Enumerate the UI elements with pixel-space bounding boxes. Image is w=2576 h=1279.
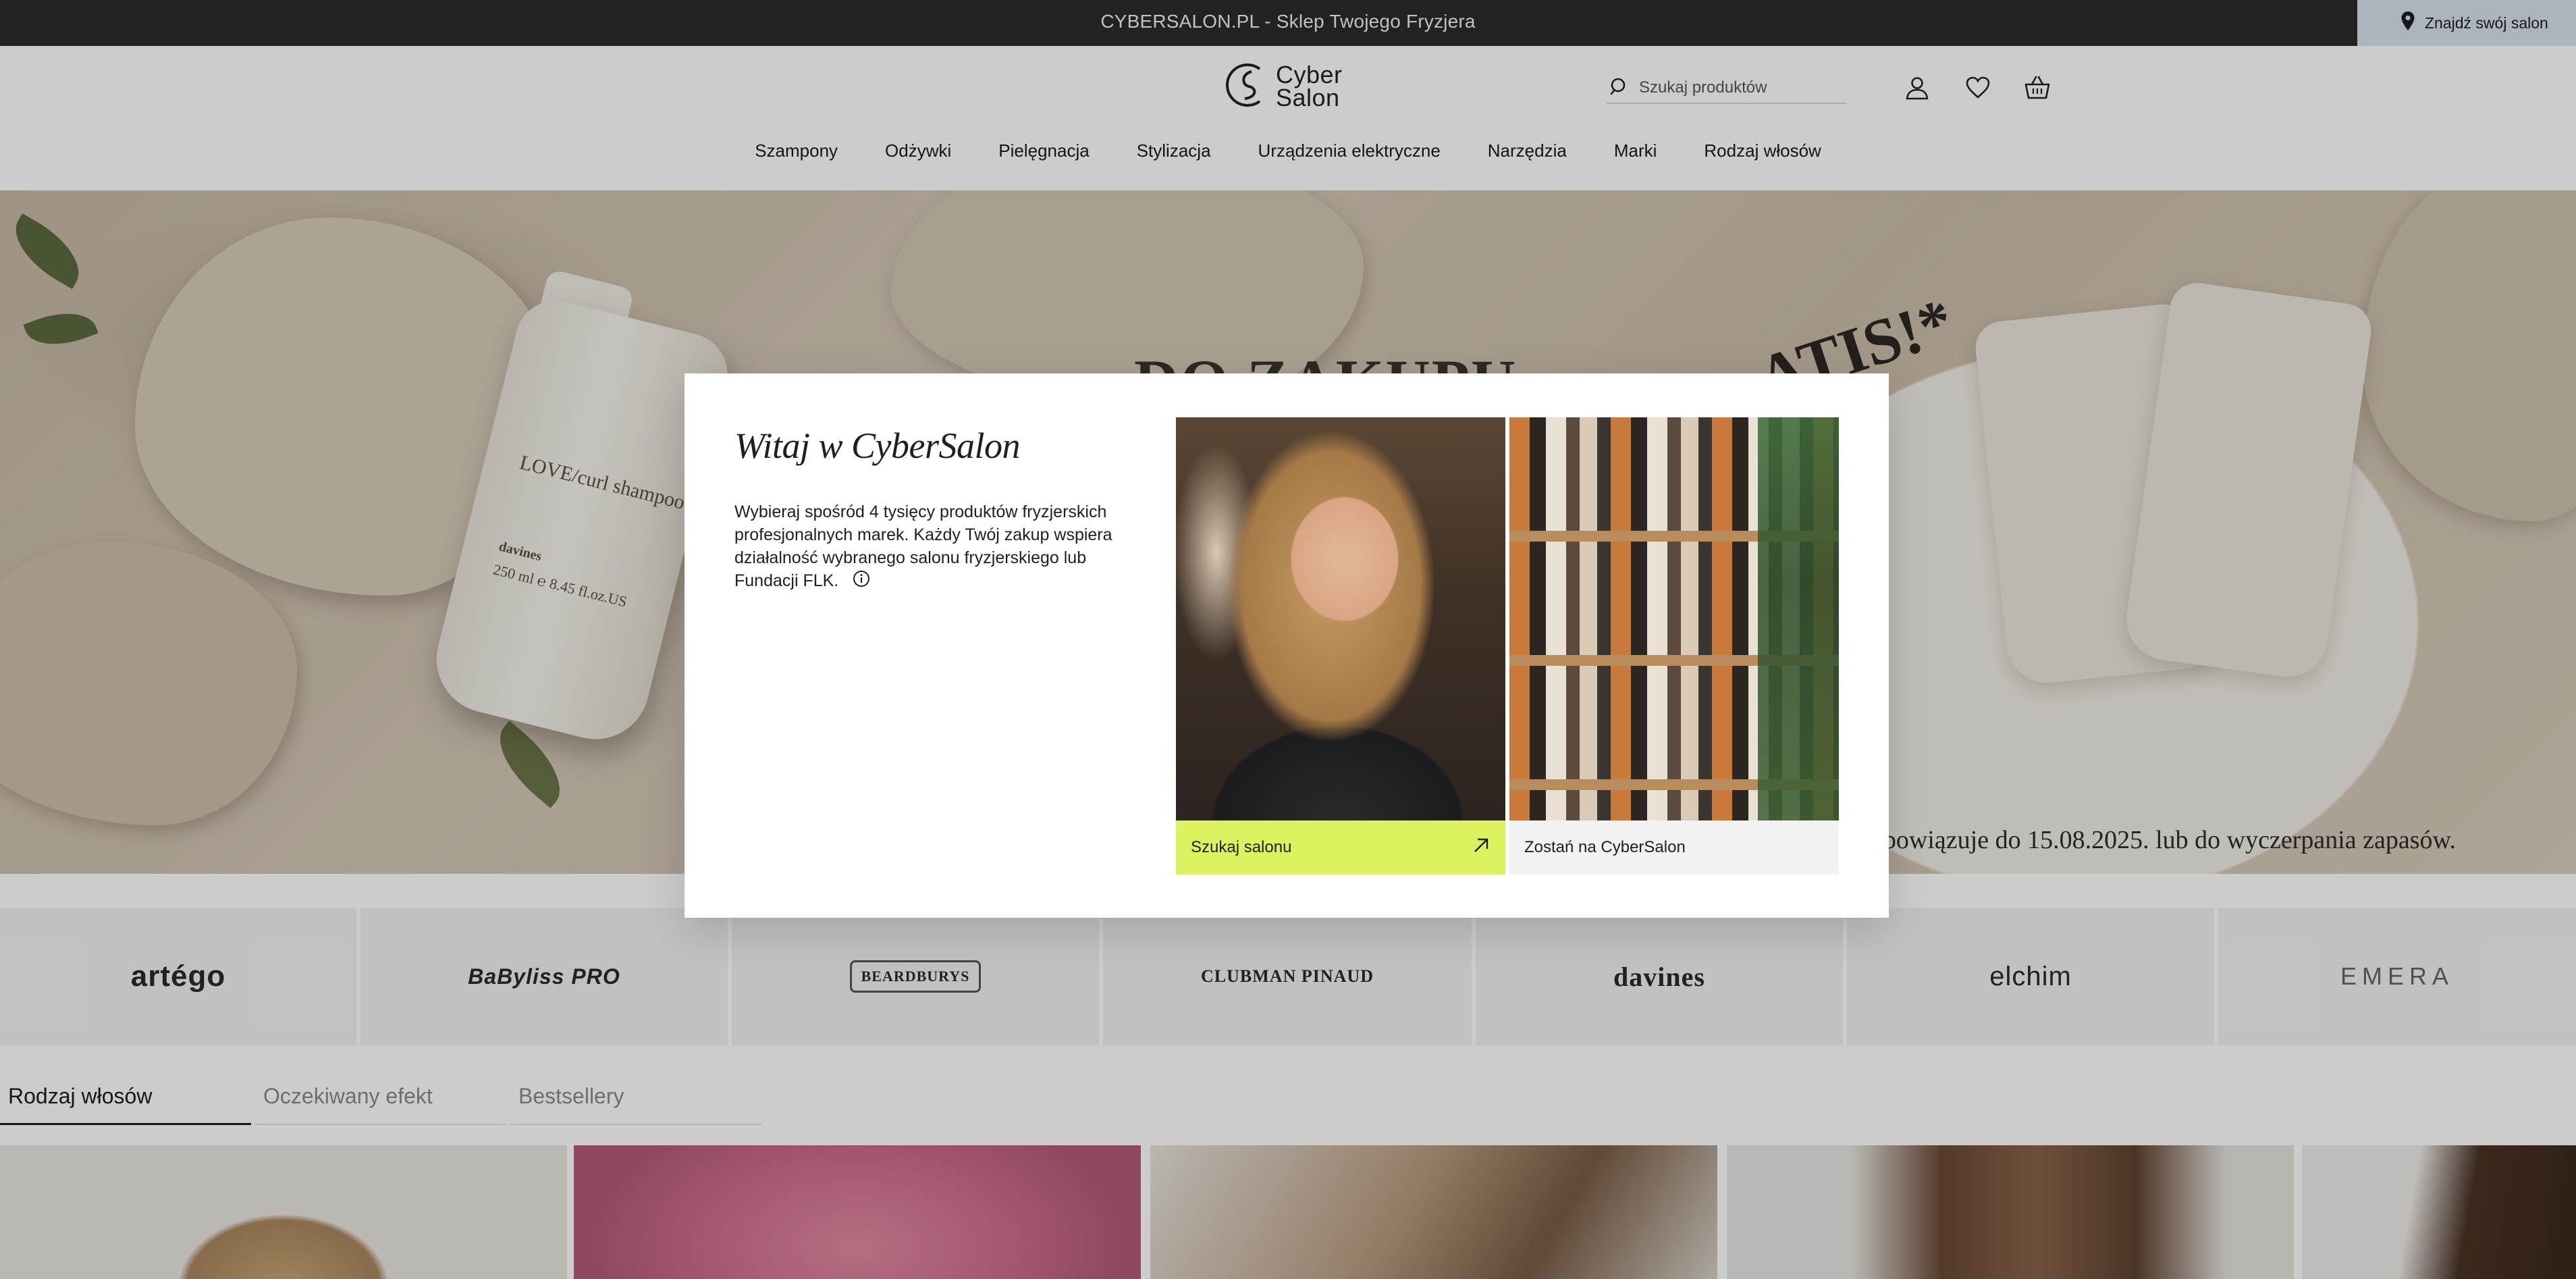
modal-description: Wybieraj spośród 4 tysięcy produktów fry…	[734, 500, 1153, 594]
find-salon-button[interactable]: Szukaj salonu	[1176, 820, 1505, 875]
find-salon-button-label: Szukaj salonu	[1191, 838, 1292, 856]
find-salon-option[interactable]: Szukaj salonu	[1176, 417, 1505, 875]
stay-on-cybersalon-button[interactable]: Zostań na CyberSalon	[1509, 820, 1839, 875]
welcome-modal: Witaj w CyberSalon Wybieraj spośród 4 ty…	[685, 373, 1889, 918]
info-icon[interactable]	[853, 570, 870, 594]
arrow-up-right-icon	[1472, 836, 1491, 860]
modal-title: Witaj w CyberSalon	[734, 425, 1021, 466]
plant-decoration	[1758, 417, 1839, 820]
stay-on-cybersalon-option[interactable]: Zostań na CyberSalon	[1509, 417, 1839, 875]
hairdresser-photo	[1176, 417, 1505, 820]
product-shelf-photo	[1509, 417, 1839, 820]
stay-on-cybersalon-label: Zostań na CyberSalon	[1524, 838, 1686, 856]
modal-description-text: Wybieraj spośród 4 tysięcy produktów fry…	[734, 502, 1112, 590]
